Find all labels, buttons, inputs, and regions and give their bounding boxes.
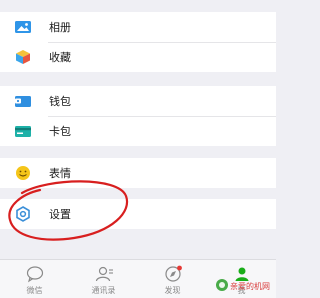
tab-contacts[interactable]: 通讯录 [69, 260, 138, 298]
tab-contacts-label: 通讯录 [91, 286, 116, 295]
menu-item-stickers[interactable]: 表情 [0, 158, 276, 188]
menu-group-payment: 钱包 卡包 [0, 86, 276, 146]
tab-chats[interactable]: 微信 [0, 260, 69, 298]
tab-discover-label: 发现 [164, 286, 181, 295]
me-page-screen: 相册 收藏 钱包 卡包 表情 设置 微信 通讯录 发现 我 亲爱的机网 [0, 0, 276, 298]
tab-chats-label: 微信 [26, 286, 43, 295]
watermark-logo: 亲爱的机网 [216, 279, 270, 291]
menu-item-wallet[interactable]: 钱包 [0, 86, 276, 116]
menu-group-settings: 设置 [0, 199, 276, 229]
discover-compass-icon [164, 265, 182, 282]
favorites-label: 收藏 [49, 51, 71, 64]
album-icon [15, 21, 31, 33]
menu-item-cards[interactable]: 卡包 [0, 116, 276, 146]
watermark-text: 亲爱的机网 [230, 281, 270, 291]
menu-item-settings[interactable]: 设置 [0, 199, 276, 229]
chat-icon [26, 266, 43, 283]
contacts-icon [95, 266, 113, 282]
menu-group-stickers: 表情 [0, 158, 276, 188]
stickers-icon [16, 166, 30, 180]
settings-label: 设置 [49, 208, 71, 221]
favorites-icon [16, 50, 30, 64]
tab-discover[interactable]: 发现 [138, 260, 207, 298]
album-label: 相册 [49, 21, 71, 34]
settings-icon [16, 206, 30, 222]
menu-item-favorites[interactable]: 收藏 [0, 42, 276, 72]
cards-icon [15, 126, 31, 137]
cards-label: 卡包 [49, 125, 71, 138]
stickers-label: 表情 [49, 167, 71, 180]
menu-item-album[interactable]: 相册 [0, 12, 276, 42]
menu-group-media: 相册 收藏 [0, 12, 276, 72]
wallet-label: 钱包 [49, 95, 71, 108]
wallet-icon [15, 96, 31, 107]
